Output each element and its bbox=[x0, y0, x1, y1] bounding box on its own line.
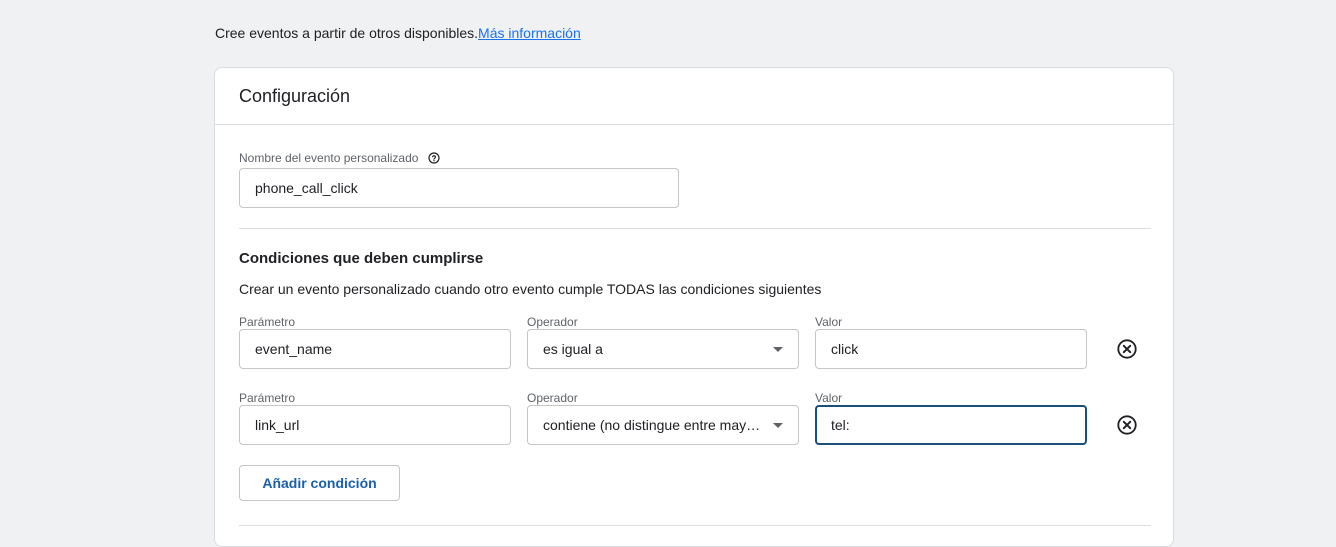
value-label: Valor bbox=[815, 315, 843, 329]
parameter-field[interactable]: link_url bbox=[239, 405, 511, 445]
event-name-label: Nombre del evento personalizado bbox=[239, 151, 440, 165]
divider-bottom bbox=[239, 525, 1151, 526]
operator-value: contiene (no distingue entre mayúsculas … bbox=[543, 417, 763, 433]
divider-top bbox=[239, 228, 1151, 229]
remove-condition-button[interactable] bbox=[1115, 413, 1139, 437]
dropdown-arrow-icon bbox=[773, 346, 783, 352]
card-header: Configuración bbox=[215, 68, 1173, 125]
conditions-description: Crear un evento personalizado cuando otr… bbox=[239, 281, 822, 297]
value-value: click bbox=[831, 341, 859, 357]
parameter-label: Parámetro bbox=[239, 315, 296, 329]
value-field[interactable]: tel: bbox=[815, 405, 1087, 445]
parameter-value: event_name bbox=[255, 341, 333, 357]
cancel-circle-icon bbox=[1117, 415, 1137, 435]
add-condition-button[interactable]: Añadir condición bbox=[239, 465, 400, 501]
parameter-field[interactable]: event_name bbox=[239, 329, 511, 369]
event-name-value: phone_call_click bbox=[255, 180, 358, 196]
cancel-circle-icon bbox=[1117, 339, 1137, 359]
remove-condition-button[interactable] bbox=[1115, 337, 1139, 361]
configuration-card: Configuración Nombre del evento personal… bbox=[214, 67, 1174, 547]
event-name-field[interactable]: phone_call_click bbox=[239, 168, 679, 208]
parameter-value: link_url bbox=[255, 417, 300, 433]
help-circle-icon[interactable] bbox=[428, 152, 440, 164]
operator-label: Operador bbox=[527, 391, 578, 405]
value-field[interactable]: click bbox=[815, 329, 1087, 369]
value-value: tel: bbox=[831, 417, 850, 433]
conditions-title: Condiciones que deben cumplirse bbox=[239, 250, 484, 267]
operator-value: es igual a bbox=[543, 341, 603, 357]
intro-text: Cree eventos a partir de otros disponibl… bbox=[215, 24, 581, 42]
operator-select[interactable]: es igual a bbox=[527, 329, 799, 369]
parameter-label: Parámetro bbox=[239, 391, 296, 405]
intro-sentence: Cree eventos a partir de otros disponibl… bbox=[215, 25, 479, 41]
value-label: Valor bbox=[815, 391, 843, 405]
more-info-link[interactable]: Más información bbox=[478, 25, 581, 41]
event-name-label-text: Nombre del evento personalizado bbox=[239, 151, 419, 165]
dropdown-arrow-icon bbox=[773, 422, 783, 428]
operator-label: Operador bbox=[527, 315, 578, 329]
card-title: Configuración bbox=[239, 85, 351, 106]
operator-select[interactable]: contiene (no distingue entre mayúsculas … bbox=[527, 405, 799, 445]
